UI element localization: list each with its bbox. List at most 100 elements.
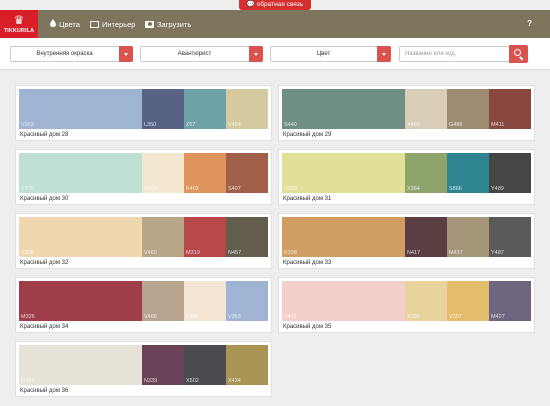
palette-card[interactable]: X306 V460 M319 N457 Красивый дом 32 (15, 213, 272, 269)
color-swatch[interactable]: M411 (489, 89, 531, 129)
swatch-code: M427 (491, 314, 505, 320)
color-swatch[interactable]: X306 (19, 217, 142, 257)
color-swatch[interactable]: N339 (142, 345, 184, 385)
palette-card[interactable]: M326 V466 F398 V353 Красивый дом 34 (15, 277, 272, 333)
palette-card[interactable]: S440 X460 G486 M411 Красивый дом 29 (278, 85, 535, 141)
color-swatch[interactable]: V466 (142, 281, 184, 321)
swatch-code: M319 (186, 250, 200, 256)
swatch-code: X502 (186, 378, 199, 384)
swatch-code: Y489 (491, 186, 504, 192)
color-swatch[interactable]: V353 (19, 89, 142, 129)
swatch-code: X306 (21, 250, 34, 256)
swatch-code: X384 (407, 186, 420, 192)
color-swatch[interactable]: G486 (447, 89, 489, 129)
top-navigation-bar (0, 10, 550, 38)
swatch-row: M326 V466 F398 V353 (19, 281, 268, 321)
color-select[interactable]: Цвет (270, 46, 391, 62)
color-value: Цвет (316, 51, 331, 57)
palette-title: Красивый дом 32 (20, 260, 69, 266)
palette-title: Красивый дом 30 (20, 196, 69, 202)
chevron-down-icon[interactable] (377, 46, 391, 62)
tikkurila-logo[interactable]: ♛ TIKKURILA (0, 10, 38, 38)
search-input[interactable] (399, 46, 509, 62)
palette-title: Красивый дом 33 (283, 260, 332, 266)
color-swatch[interactable]: X384 (405, 153, 447, 193)
palette-card[interactable]: V389 X384 S866 Y489 Красивый дом 31 (278, 149, 535, 205)
swatch-code: X460 (407, 122, 420, 128)
nav-interior[interactable]: Интерьер (90, 10, 135, 38)
swatch-code: X434 (228, 378, 241, 384)
paint-type-select[interactable]: Внутренняя окраска (10, 46, 133, 62)
swatch-row: Y411 X392 V397 M427 (282, 281, 531, 321)
paint-type-value: Внутренняя окраска (36, 51, 93, 57)
color-swatch[interactable]: V397 (447, 281, 489, 321)
swatch-code: N457 (228, 250, 242, 256)
chevron-down-icon[interactable] (249, 46, 263, 62)
color-swatch[interactable]: Y489 (489, 153, 531, 193)
swatch-code: M411 (491, 122, 505, 128)
palette-title: Красивый дом 34 (20, 324, 69, 330)
swatch-row: V389 X384 S866 Y489 (282, 153, 531, 193)
swatch-row: X306 V460 M319 N457 (19, 217, 268, 257)
swatch-code: S407 (228, 186, 241, 192)
chevron-down-icon[interactable] (119, 46, 133, 62)
swatch-code: V397 (449, 314, 462, 320)
color-swatch[interactable]: M427 (489, 281, 531, 321)
swatch-code: V454 (228, 122, 241, 128)
color-swatch[interactable]: N457 (226, 217, 268, 257)
swatch-code: X392 (407, 314, 420, 320)
color-swatch[interactable]: Y370 (19, 153, 142, 193)
color-swatch[interactable]: X502 (184, 345, 226, 385)
nav-colors[interactable]: Цвета (50, 10, 80, 38)
color-swatch[interactable]: K398 (282, 217, 405, 257)
color-swatch[interactable]: X434 (226, 345, 268, 385)
swatch-code: Y411 (284, 314, 297, 320)
palette-card[interactable]: G484 N339 X502 X434 Красивый дом 36 (15, 341, 272, 397)
color-swatch[interactable]: S440 (282, 89, 405, 129)
color-swatch[interactable]: X392 (405, 281, 447, 321)
color-swatch[interactable]: G309 (142, 153, 184, 193)
palette-card[interactable]: K398 N417 M437 Y487 Красивый дом 33 (278, 213, 535, 269)
color-swatch[interactable]: V353 (226, 281, 268, 321)
color-swatch[interactable]: M437 (447, 217, 489, 257)
nav-upload[interactable]: Загрузить (145, 10, 191, 38)
color-swatch[interactable]: Y487 (489, 217, 531, 257)
color-swatch[interactable]: X460 (405, 89, 447, 129)
color-swatch[interactable]: V460 (142, 217, 184, 257)
color-swatch[interactable]: N417 (405, 217, 447, 257)
swatch-code: S440 (284, 122, 297, 128)
swatch-code: G309 (144, 186, 158, 192)
feedback-button[interactable]: 💬 обратная связь (239, 0, 311, 10)
swatch-row: Y370 G309 K402 S407 (19, 153, 268, 193)
swatch-row: K398 N417 M437 Y487 (282, 217, 531, 257)
swatch-row: G484 N339 X502 X434 (19, 345, 268, 385)
swatch-code: N417 (407, 250, 421, 256)
swatch-row: V353 L350 Z67 V454 (19, 89, 268, 129)
search-button[interactable] (509, 45, 528, 63)
color-swatch[interactable]: M326 (19, 281, 142, 321)
color-swatch[interactable]: F398 (184, 281, 226, 321)
palette-card[interactable]: Y411 X392 V397 M427 Красивый дом 35 (278, 277, 535, 333)
palette-card[interactable]: V353 L350 Z67 V454 Красивый дом 28 (15, 85, 272, 141)
swatch-code: V353 (228, 314, 241, 320)
palette-card[interactable]: Y370 G309 K402 S407 Красивый дом 30 (15, 149, 272, 205)
swatch-code: S866 (449, 186, 462, 192)
color-swatch[interactable]: K402 (184, 153, 226, 193)
color-swatch[interactable]: M319 (184, 217, 226, 257)
color-swatch[interactable]: V454 (226, 89, 268, 129)
logo-text: TIKKURILA (3, 28, 35, 34)
help-button[interactable]: ? (527, 10, 532, 38)
swatch-code: K402 (186, 186, 199, 192)
color-swatch[interactable]: V389 (282, 153, 405, 193)
color-swatch[interactable]: G484 (19, 345, 142, 385)
color-swatch[interactable]: S407 (226, 153, 268, 193)
style-select[interactable]: Авантюрист (140, 46, 263, 62)
color-swatch[interactable]: Z67 (184, 89, 226, 129)
color-swatch[interactable]: Y411 (282, 281, 405, 321)
color-swatch[interactable]: S866 (447, 153, 489, 193)
color-swatch[interactable]: L350 (142, 89, 184, 129)
camera-icon (145, 20, 154, 28)
swatch-code: V466 (144, 314, 157, 320)
swatch-code: M437 (449, 250, 463, 256)
swatch-code: G484 (21, 378, 35, 384)
